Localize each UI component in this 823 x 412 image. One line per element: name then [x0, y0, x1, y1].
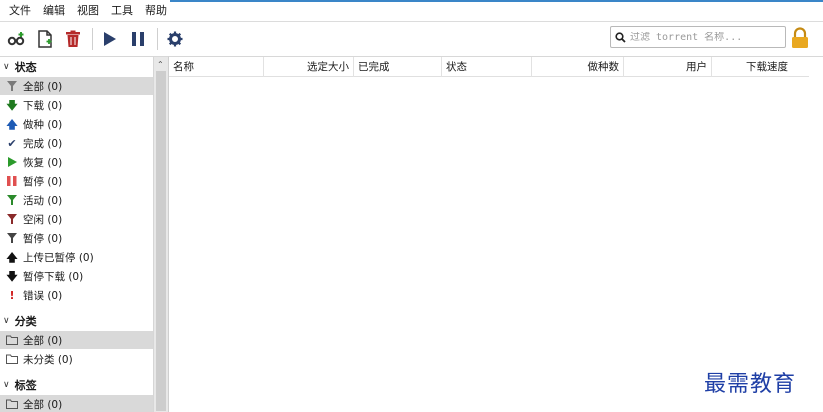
status-item-active[interactable]: 活动 (0) [0, 191, 153, 209]
status-item-seeding[interactable]: 🡅 做种 (0) [0, 115, 153, 133]
status-item-label: 暂停 (0) [23, 175, 63, 188]
search-input[interactable] [630, 31, 780, 43]
sidebar-scrollbar[interactable]: ⌃ [153, 57, 168, 412]
folder-icon [6, 334, 18, 346]
column-header-name[interactable]: 名称 [169, 57, 264, 77]
chevron-down-icon: ∨ [3, 62, 10, 72]
menu-tools[interactable]: 工具 [105, 0, 139, 22]
status-item-label: 做种 (0) [23, 118, 63, 131]
error-icon: ! [9, 288, 15, 302]
column-header-status[interactable]: 状态 [442, 57, 532, 77]
status-item-resumed[interactable]: 恢复 (0) [0, 153, 153, 171]
status-item-label: 下载 (0) [23, 99, 63, 112]
arrow-down-icon: 🡇 [6, 98, 18, 112]
check-icon: ✔ [7, 136, 17, 150]
menu-edit[interactable]: 编辑 [37, 0, 71, 22]
menu-help[interactable]: 帮助 [139, 0, 173, 22]
gear-icon [167, 31, 183, 47]
filter-sidebar: ⌃ ∨ 状态 全部 (0) 🡇 下载 (0) 🡅 做种 (0) ✔ 完成 (0)… [0, 56, 168, 412]
table-header: 名称 选定大小 已完成 状态 做种数 用户 下载速度 [169, 57, 809, 77]
column-header-seeds[interactable]: 做种数 [532, 57, 624, 77]
file-icon [38, 30, 52, 48]
resume-button[interactable] [97, 26, 123, 52]
menu-file[interactable]: 文件 [3, 0, 37, 22]
folder-icon [6, 353, 18, 365]
tags-section-header[interactable]: ∨ 标签 [3, 377, 37, 393]
scrollbar-thumb[interactable] [156, 71, 166, 411]
arrow-up-icon: 🡅 [6, 250, 18, 264]
tags-section-title: 标签 [14, 379, 37, 392]
status-item-label: 活动 (0) [23, 194, 63, 207]
filter-icon [6, 194, 18, 206]
status-item-label: 恢复 (0) [23, 156, 63, 169]
status-item-label: 上传已暂停 (0) [23, 251, 94, 264]
toolbar-separator [92, 28, 93, 50]
category-item-all[interactable]: 全部 (0) [0, 331, 153, 349]
status-item-label: 完成 (0) [23, 137, 63, 150]
lock-icon [792, 27, 808, 48]
status-item-errored[interactable]: ! 错误 (0) [0, 286, 153, 304]
chevron-down-icon: ∨ [3, 380, 10, 390]
status-item-label: 空闲 (0) [23, 213, 63, 226]
status-item-downloading[interactable]: 🡇 下载 (0) [0, 96, 153, 114]
status-item-label: 暂停下载 (0) [23, 270, 84, 283]
column-header-peers[interactable]: 用户 [624, 57, 712, 77]
menu-bar: 文件 编辑 视图 工具 帮助 [0, 0, 823, 22]
status-item-completed[interactable]: ✔ 完成 (0) [0, 134, 153, 152]
arrow-down-icon: 🡇 [6, 269, 18, 283]
status-item-label: 错误 (0) [23, 289, 63, 302]
category-item-uncategorized[interactable]: 未分类 (0) [0, 350, 153, 368]
search-icon [615, 31, 626, 43]
window-accent-line [170, 0, 823, 2]
scroll-up-arrow-icon[interactable]: ⌃ [157, 60, 164, 69]
lock-button[interactable] [791, 27, 809, 52]
status-item-label: 暂停 (0) [23, 232, 63, 245]
pause-icon [132, 32, 144, 46]
options-button[interactable] [162, 26, 188, 52]
category-item-label: 全部 (0) [23, 334, 63, 347]
status-item-stalled[interactable]: 暂停 (0) [0, 229, 153, 247]
status-section-title: 状态 [14, 61, 37, 74]
category-item-label: 未分类 (0) [23, 353, 73, 366]
category-section-title: 分类 [14, 315, 37, 328]
folder-icon [6, 398, 18, 410]
filter-icon [6, 80, 18, 92]
trash-icon [66, 30, 80, 47]
status-item-all[interactable]: 全部 (0) [0, 77, 153, 95]
column-header-progress[interactable]: 已完成 [354, 57, 442, 77]
torrent-list: 名称 选定大小 已完成 状态 做种数 用户 下载速度 [168, 56, 823, 412]
filter-icon [6, 232, 18, 244]
add-torrent-file-button[interactable] [32, 26, 58, 52]
category-section-header[interactable]: ∨ 分类 [3, 313, 37, 329]
status-item-paused[interactable]: 暂停 (0) [0, 172, 153, 190]
delete-button[interactable] [60, 26, 86, 52]
link-icon [7, 32, 25, 46]
column-header-download-speed[interactable]: 下载速度 [712, 57, 792, 77]
tag-item-label: 全部 (0) [23, 398, 63, 411]
column-header-selected-size[interactable]: 选定大小 [264, 57, 354, 77]
arrow-up-icon: 🡅 [6, 117, 18, 131]
add-torrent-link-button[interactable] [4, 26, 30, 52]
watermark: 最需教育 [704, 372, 797, 397]
pause-button[interactable] [125, 26, 151, 52]
tag-item-all[interactable]: 全部 (0) [0, 395, 153, 412]
chevron-down-icon: ∨ [3, 316, 10, 326]
toolbar-separator [157, 28, 158, 50]
status-item-label: 全部 (0) [23, 80, 63, 93]
menu-view[interactable]: 视图 [71, 0, 105, 22]
pause-icon [6, 175, 18, 187]
status-item-download-paused[interactable]: 🡇 暂停下载 (0) [0, 267, 153, 285]
play-icon [104, 32, 116, 46]
play-icon [6, 156, 18, 168]
status-item-inactive[interactable]: 空闲 (0) [0, 210, 153, 228]
filter-icon [6, 213, 18, 225]
search-box[interactable] [610, 26, 786, 48]
status-section-header[interactable]: ∨ 状态 [3, 59, 37, 75]
status-item-upload-paused[interactable]: 🡅 上传已暂停 (0) [0, 248, 153, 266]
